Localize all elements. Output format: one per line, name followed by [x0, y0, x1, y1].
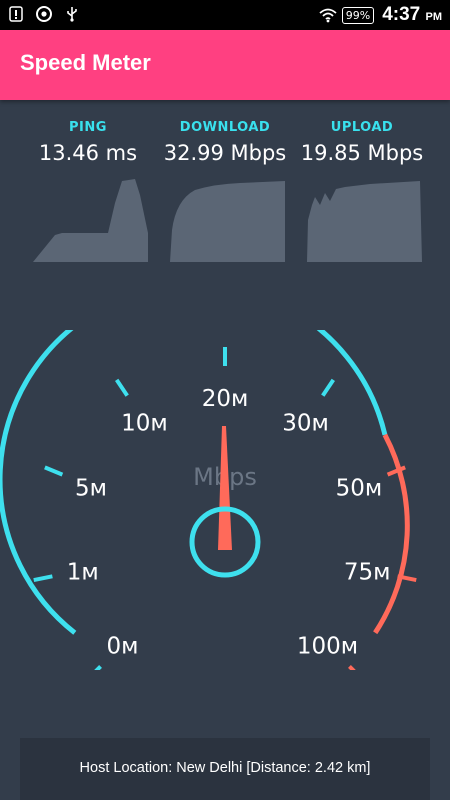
clock: 4:37 PM — [382, 4, 442, 26]
app-bar: Speed Meter — [0, 30, 450, 100]
gauge-tick-label: 75м — [344, 559, 391, 585]
ping-graph — [33, 179, 148, 262]
download-label: DOWNLOAD — [179, 120, 271, 135]
status-bar: 99% 4:37 PM — [0, 0, 450, 30]
download-value: 32.99 Mbps — [163, 141, 287, 165]
gauge-tick-label: 10м — [121, 410, 168, 436]
gauge-tick — [348, 665, 356, 670]
upload-graph — [307, 181, 422, 262]
download-stat: DOWNLOAD 32.99 Mbps — [150, 120, 300, 165]
ping-stat: PING 13.46 ms — [13, 120, 163, 165]
gauge-tick-label: 20м — [202, 386, 249, 412]
gauge-tick — [321, 378, 335, 397]
gauge-tick-label: 1м — [67, 559, 99, 585]
gauge-tick-label: 30м — [282, 410, 329, 436]
gauge-tick — [44, 465, 64, 477]
usb-icon — [64, 6, 80, 22]
gauge-tick-label: 100м — [297, 634, 358, 660]
upload-value: 19.85 Mbps — [300, 141, 424, 165]
battery-indicator: 99% — [341, 6, 375, 24]
ping-label: PING — [69, 120, 107, 135]
gauge-tick-label: 50м — [336, 476, 383, 502]
speed-gauge: 0м1м5м10м20м30м50м75м100м Mbps — [0, 330, 417, 670]
gauge-tick-label: 5м — [75, 476, 107, 502]
upload-label: UPLOAD — [330, 120, 394, 135]
notification-icon — [8, 6, 24, 22]
ping-value: 13.46 ms — [38, 141, 138, 165]
wifi-icon — [318, 7, 337, 23]
download-graph — [170, 181, 285, 262]
upload-stat: UPLOAD 19.85 Mbps — [287, 120, 437, 165]
speed-history-graphs — [33, 179, 422, 262]
gauge-arc-high — [373, 433, 410, 635]
gauge-tick — [94, 665, 102, 670]
clock-time: 4:37 — [382, 4, 421, 25]
gauge-tick — [33, 574, 53, 583]
chrome-icon — [36, 6, 52, 22]
app-title: Speed Meter — [20, 50, 151, 75]
host-location-bar: Host Location: New Delhi [Distance: 2.42… — [20, 738, 430, 800]
host-location-text: Host Location: New Delhi [Distance: 2.42… — [79, 760, 371, 776]
clock-ampm: PM — [425, 11, 443, 23]
gauge-tick-label: 0м — [106, 634, 138, 660]
gauge-tick — [115, 378, 129, 397]
